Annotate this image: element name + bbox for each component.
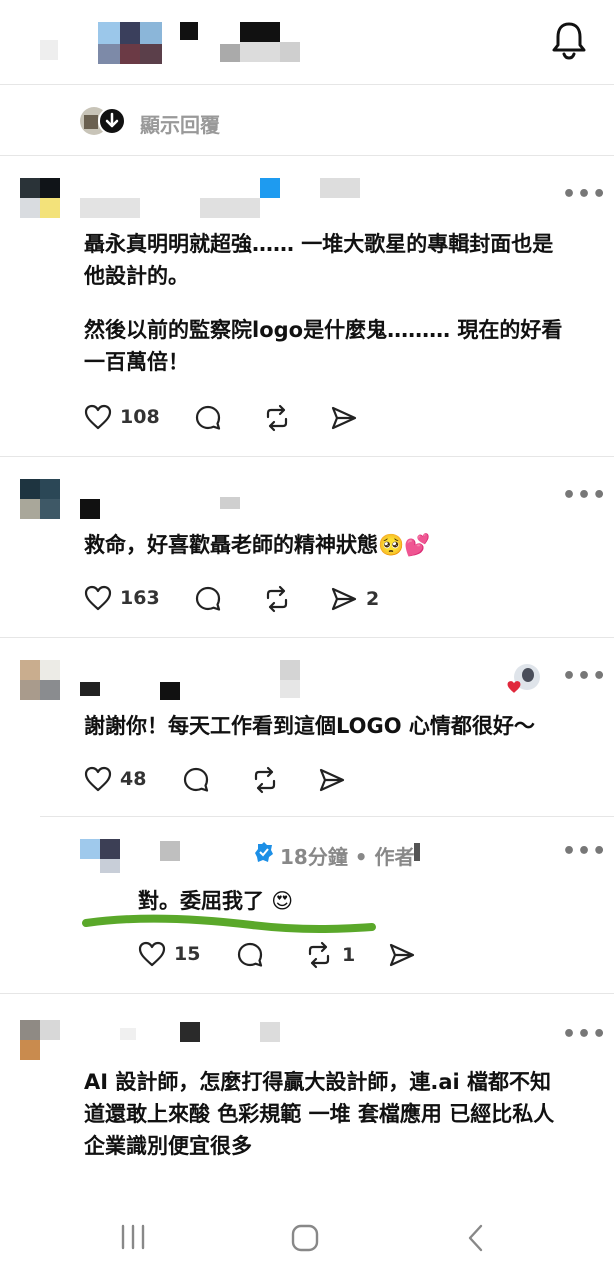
avatar[interactable] — [20, 479, 60, 521]
share-count: 2 — [366, 588, 380, 610]
username-blurred[interactable] — [80, 497, 280, 519]
like-count: 108 — [120, 406, 160, 428]
post: ••• 救命，好喜歡聶老師的精神狀態🥺💕 163 2 — [0, 457, 614, 637]
avatar[interactable] — [20, 660, 60, 702]
bell-icon[interactable] — [550, 20, 588, 60]
post-text: 一百萬倍！ — [84, 350, 189, 374]
username-blurred[interactable] — [80, 178, 380, 218]
share-icon[interactable] — [330, 404, 358, 432]
arrow-down-icon — [98, 107, 126, 135]
verified-icon — [254, 841, 274, 863]
recent-apps-icon[interactable] — [118, 1224, 148, 1250]
share-icon[interactable] — [330, 585, 358, 613]
post: 18分鐘 • 作者 ••• 對。委屈我了 😍 15 1 — [0, 817, 614, 993]
post-text: 然後以前的監察院logo是什麼鬼……… 現在的好看 — [84, 318, 563, 342]
like-count: 15 — [174, 943, 201, 965]
heart-icon[interactable] — [84, 404, 112, 430]
comment-icon[interactable] — [194, 585, 222, 613]
heart-icon[interactable] — [84, 585, 112, 611]
avatar[interactable] — [20, 1020, 60, 1060]
repost-icon[interactable] — [250, 766, 280, 794]
post: ••• 聶永真明明就超強…… 一堆大歌星的專輯封面也是 他設計的。 然後以前的監… — [0, 156, 614, 456]
post-text: 謝謝你！每天工作看到這個LOGO 心情都很好～ — [84, 714, 535, 738]
post-text: 聶永真明明就超強…… 一堆大歌星的專輯封面也是 — [84, 232, 554, 256]
more-options-button[interactable]: ••• — [562, 664, 607, 689]
system-nav-bar — [0, 1198, 614, 1280]
more-options-button[interactable]: ••• — [562, 1022, 607, 1047]
more-options-button[interactable]: ••• — [562, 839, 607, 864]
repost-count: 1 — [342, 944, 356, 966]
heart-icon[interactable] — [138, 941, 166, 967]
username-blurred[interactable] — [80, 660, 320, 700]
post-meta: 18分鐘 • 作者 — [280, 845, 415, 869]
share-icon[interactable] — [318, 766, 346, 794]
post-text: 道還敢上來酸 色彩規範 一堆 套檔應用 已經比私人 — [84, 1102, 555, 1126]
heart-icon[interactable] — [84, 766, 112, 792]
comment-icon[interactable] — [194, 404, 222, 432]
home-icon[interactable] — [291, 1224, 319, 1252]
more-options-button[interactable]: ••• — [562, 182, 607, 207]
repost-icon[interactable] — [262, 404, 292, 432]
highlight-underline — [82, 913, 382, 943]
post: ••• AI 設計師，怎麼打得贏大設計師，連.ai 檔都不知 道還敢上來酸 色彩… — [0, 994, 614, 1198]
avatar[interactable] — [20, 178, 60, 218]
header — [0, 0, 614, 84]
show-replies-row[interactable]: 顯示回覆 — [80, 104, 280, 140]
like-count: 163 — [120, 587, 160, 609]
back-icon[interactable] — [466, 1224, 486, 1252]
post-text: AI 設計師，怎麼打得贏大設計師，連.ai 檔都不知 — [84, 1070, 552, 1094]
share-icon[interactable] — [388, 941, 416, 969]
more-options-button[interactable]: ••• — [562, 483, 607, 508]
comment-icon[interactable] — [182, 766, 210, 794]
profile-name-blurred[interactable] — [40, 14, 310, 70]
heart-badge-icon — [506, 680, 522, 694]
repost-icon[interactable] — [304, 941, 334, 969]
avatar[interactable] — [80, 839, 120, 873]
post-text: 他設計的。 — [84, 264, 189, 288]
like-count: 48 — [120, 768, 147, 790]
username-blurred[interactable] — [120, 1022, 320, 1044]
repost-icon[interactable] — [262, 585, 292, 613]
comment-icon[interactable] — [236, 941, 264, 969]
post-text: 救命，好喜歡聶老師的精神狀態🥺💕 — [84, 533, 431, 557]
show-replies-label: 顯示回覆 — [140, 113, 220, 137]
username-blurred[interactable] — [160, 839, 220, 861]
post: ••• 謝謝你！每天工作看到這個LOGO 心情都很好～ 48 — [0, 638, 614, 816]
post-text: 企業識別便宜很多 — [84, 1134, 252, 1158]
